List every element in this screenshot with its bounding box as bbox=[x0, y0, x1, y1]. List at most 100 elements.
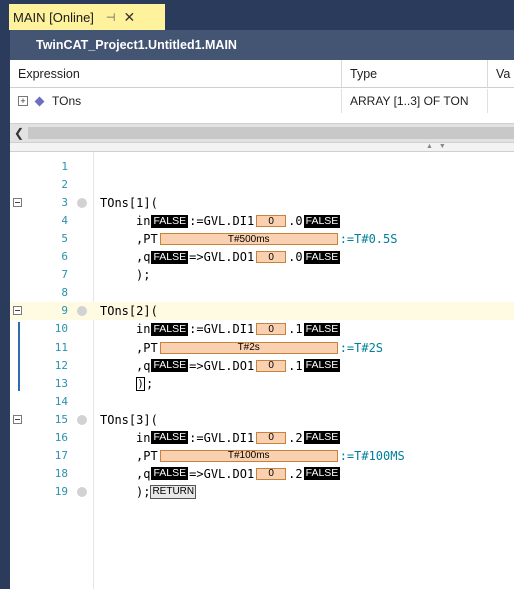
watch-value-box[interactable]: 0 bbox=[256, 359, 287, 372]
line-number: 5 bbox=[61, 232, 68, 246]
bit-index: .1 bbox=[288, 322, 303, 337]
watch-value-box[interactable]: 0 bbox=[256, 215, 287, 228]
online-value-badge[interactable]: FALSE bbox=[151, 214, 189, 228]
code-text: TOns[2]( bbox=[100, 303, 158, 319]
online-value-badge[interactable]: FALSE bbox=[151, 431, 189, 445]
online-value-badge[interactable]: FALSE bbox=[303, 431, 341, 445]
line-number: 9 bbox=[61, 304, 68, 318]
expand-icon[interactable]: + bbox=[18, 96, 28, 106]
code-text: ); bbox=[136, 267, 150, 283]
line-number: 3 bbox=[61, 196, 68, 210]
code-line[interactable]: 10 in FALSE:=GVL.DI1 0.1 FALSE bbox=[10, 320, 514, 338]
parameter-name: in bbox=[136, 214, 151, 229]
code-line[interactable]: 9 TOns[2]( bbox=[10, 302, 514, 321]
line-number: 13 bbox=[54, 376, 68, 390]
column-header-expression[interactable]: Expression bbox=[10, 60, 342, 88]
code-line[interactable]: 7); bbox=[10, 266, 514, 284]
line-number: 14 bbox=[54, 394, 68, 408]
code-text: ); bbox=[136, 376, 153, 392]
watch-value-box[interactable]: T#100ms bbox=[159, 449, 338, 462]
scroll-left-icon[interactable]: ❮ bbox=[14, 126, 24, 140]
bit-index: .0 bbox=[288, 250, 303, 265]
code-text: ,q FALSE =>GVL.DO1 0.0 FALSE bbox=[136, 249, 341, 265]
code-line[interactable]: 2 bbox=[10, 176, 514, 194]
online-value-badge[interactable]: FALSE bbox=[151, 359, 189, 373]
breakpoint-marker[interactable] bbox=[77, 414, 87, 425]
breakpoint-marker[interactable] bbox=[77, 198, 87, 209]
code-line[interactable]: 3 TOns[1]( bbox=[10, 194, 514, 212]
pin-icon[interactable]: ⊣ bbox=[106, 11, 116, 24]
parameter-name: in bbox=[136, 322, 151, 337]
statement-text: ); bbox=[136, 484, 151, 499]
code-line[interactable]: 11 ,PT T#2s:=T#2S bbox=[10, 339, 514, 357]
code-line[interactable]: 17 ,PT T#100ms:=T#100MS bbox=[10, 447, 514, 465]
watch-value-box[interactable]: T#500ms bbox=[159, 233, 338, 246]
online-value-badge[interactable]: FALSE bbox=[303, 250, 341, 264]
collapse-icon[interactable] bbox=[13, 414, 22, 424]
line-number: 12 bbox=[54, 358, 68, 372]
line-number: 7 bbox=[61, 268, 68, 282]
watch-value-box[interactable]: 0 bbox=[256, 431, 287, 444]
statement-text: ); bbox=[136, 268, 151, 283]
code-line[interactable]: 16 in FALSE:=GVL.DI1 0.2 FALSE bbox=[10, 429, 514, 447]
scrollbar-thumb[interactable] bbox=[28, 127, 514, 139]
pane-splitter[interactable]: ▲▼ bbox=[10, 143, 514, 152]
column-header-value[interactable]: Va bbox=[488, 60, 514, 88]
bit-index: .0 bbox=[288, 214, 303, 229]
code-text: ,PT T#100ms:=T#100MS bbox=[136, 448, 405, 464]
parameter-name: ,q bbox=[136, 250, 151, 265]
online-value-badge[interactable]: FALSE bbox=[303, 214, 341, 228]
online-value-badge[interactable]: FALSE bbox=[151, 322, 189, 336]
line-number: 2 bbox=[61, 178, 68, 192]
code-line[interactable]: 1 bbox=[10, 158, 514, 176]
close-icon[interactable]: ✕ bbox=[124, 9, 136, 26]
code-line[interactable]: 8 bbox=[10, 284, 514, 302]
watch-value-box[interactable]: T#2s bbox=[159, 341, 338, 354]
watch-value-box[interactable]: 0 bbox=[256, 467, 287, 480]
tab-main-online[interactable]: MAIN [Online] ⊣ ✕ bbox=[9, 4, 165, 30]
column-header-type[interactable]: Type bbox=[342, 60, 488, 88]
code-line[interactable]: 4 in FALSE:=GVL.DI1 0.0 FALSE bbox=[10, 212, 514, 230]
bit-index: .1 bbox=[288, 358, 303, 373]
online-value-badge[interactable]: FALSE bbox=[151, 467, 189, 481]
line-number: 17 bbox=[54, 448, 68, 462]
code-line[interactable]: 18 ,q FALSE =>GVL.DO1 0.2 FALSE bbox=[10, 465, 514, 483]
parameter-name: in bbox=[136, 430, 151, 445]
code-line[interactable]: 5 ,PT T#500ms:=T#0.5S bbox=[10, 230, 514, 248]
breakpoint-marker[interactable] bbox=[77, 306, 87, 317]
bit-index: .2 bbox=[288, 466, 303, 481]
code-editor[interactable]: 1 2 3 TOns[1](4 in FALSE:=GVL.DI1 0.0 FALSE 5 ,PT… bbox=[10, 152, 514, 589]
pou-path-title: TwinCAT_Project1.Untitled1.MAIN bbox=[10, 30, 514, 60]
watch-value-box[interactable]: 0 bbox=[256, 323, 287, 336]
online-value-badge[interactable]: FALSE bbox=[303, 467, 341, 481]
code-text: ,q FALSE =>GVL.DO1 0.2 FALSE bbox=[136, 466, 341, 482]
table-row[interactable]: + TOns bbox=[10, 89, 342, 113]
breakpoint-marker[interactable] bbox=[77, 486, 87, 497]
assignment-target: =>GVL.DO1 bbox=[189, 466, 255, 481]
online-value-badge[interactable]: FALSE bbox=[151, 250, 189, 264]
assignment-target: :=GVL.DI1 bbox=[189, 430, 255, 445]
code-line[interactable]: 14 bbox=[10, 393, 514, 411]
code-line[interactable]: 15 TOns[3]( bbox=[10, 411, 514, 429]
code-text: ,PT T#500ms:=T#0.5S bbox=[136, 231, 397, 247]
line-number: 8 bbox=[61, 286, 68, 300]
window-frame-left bbox=[0, 0, 10, 589]
code-text: in FALSE:=GVL.DI1 0.2 FALSE bbox=[136, 430, 341, 446]
code-line[interactable]: 13); bbox=[10, 375, 514, 393]
text-cursor[interactable]: ) bbox=[136, 376, 145, 391]
tab-title: MAIN [Online] bbox=[13, 9, 94, 25]
assignment-target: :=GVL.DI1 bbox=[189, 214, 255, 229]
line-number: 10 bbox=[54, 322, 68, 336]
parameter-name: ,q bbox=[136, 358, 151, 373]
code-line[interactable]: 12 ,q FALSE =>GVL.DO1 0.1 FALSE bbox=[10, 357, 514, 375]
watch-value-box[interactable]: 0 bbox=[256, 251, 287, 264]
horizontal-scrollbar[interactable]: ❮ bbox=[10, 123, 514, 143]
parameter-name: ,q bbox=[136, 466, 151, 481]
collapse-icon[interactable] bbox=[13, 198, 22, 208]
code-line[interactable]: 19); RETURN bbox=[10, 483, 514, 501]
code-line[interactable]: 6 ,q FALSE =>GVL.DO1 0.0 FALSE bbox=[10, 248, 514, 266]
online-value-badge[interactable]: FALSE bbox=[303, 359, 341, 373]
collapse-icon[interactable] bbox=[13, 306, 22, 316]
statement-text: TOns[1]( bbox=[100, 196, 158, 211]
online-value-badge[interactable]: FALSE bbox=[303, 322, 341, 336]
